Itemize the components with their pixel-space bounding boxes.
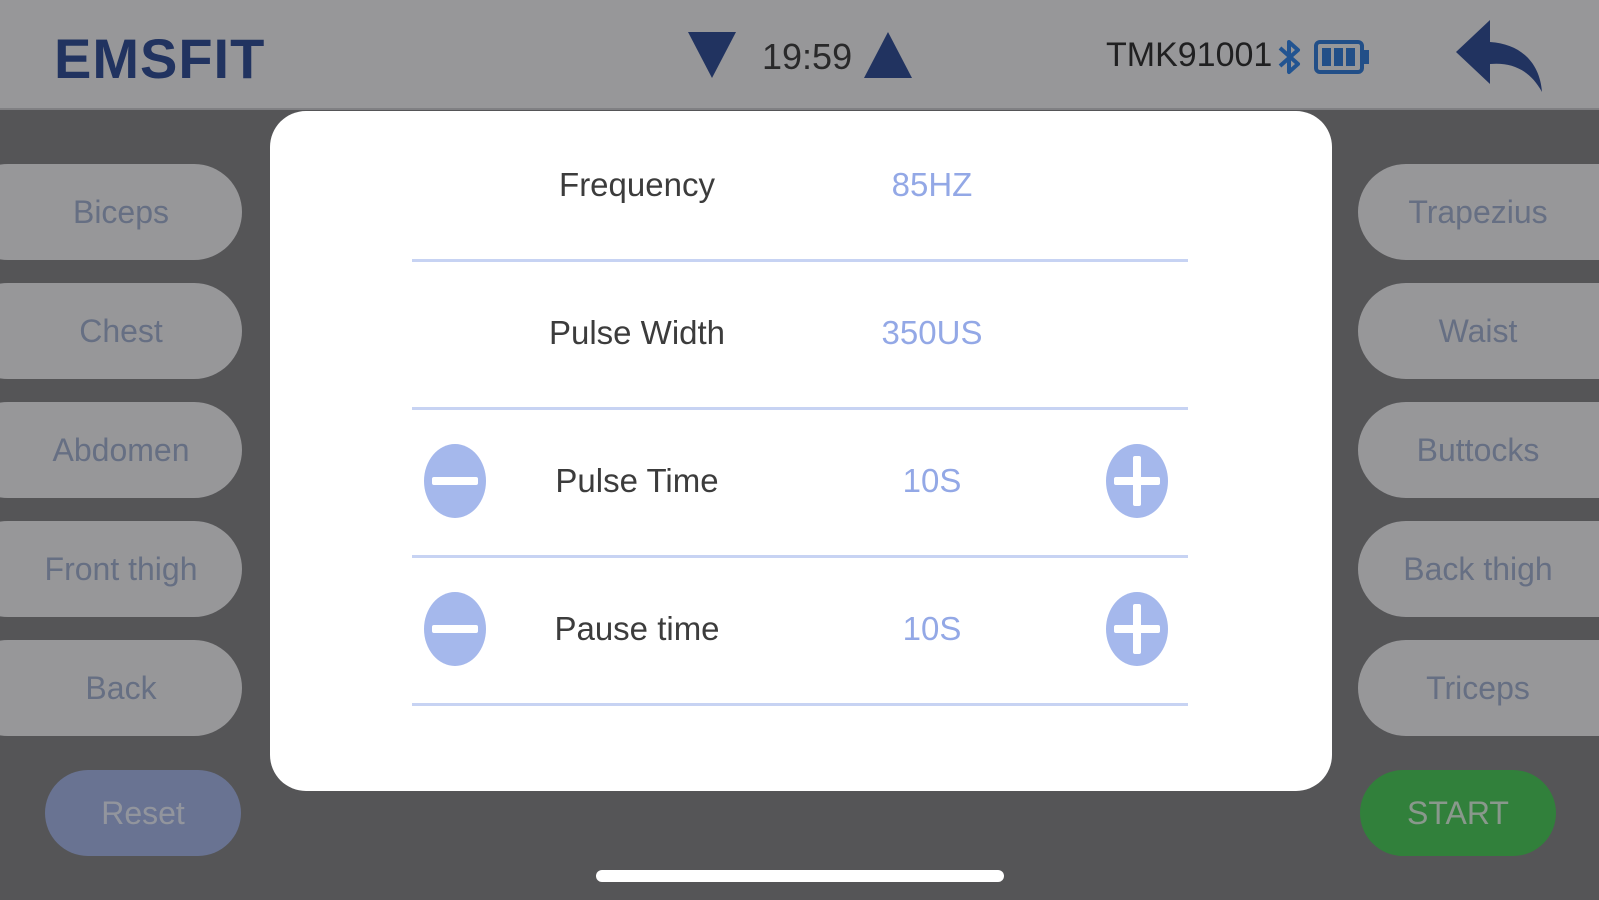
- pause-time-row: Pause time 10S: [412, 555, 1188, 706]
- frequency-row: Frequency 85HZ: [412, 111, 1188, 262]
- pulse-width-value: 350US: [881, 314, 983, 351]
- pulse-width-row: Pulse Width 350US: [412, 259, 1188, 410]
- pause-time-label: Pause time: [554, 610, 720, 647]
- pulse-time-value: 10S: [902, 462, 962, 499]
- parameter-settings-dialog: Frequency 85HZ Pulse Width 350US Pulse T…: [270, 111, 1332, 791]
- pulse-time-plus-icon[interactable]: [1106, 444, 1168, 518]
- pulse-width-label: Pulse Width: [548, 314, 726, 351]
- pause-time-plus-icon[interactable]: [1106, 592, 1168, 666]
- pulse-time-row: Pulse Time 10S: [412, 407, 1188, 558]
- pulse-time-minus-icon[interactable]: [424, 444, 486, 518]
- pause-time-minus-icon[interactable]: [424, 592, 486, 666]
- frequency-label: Frequency: [559, 166, 715, 203]
- pulse-time-label: Pulse Time: [555, 462, 719, 499]
- frequency-value: 85HZ: [891, 166, 973, 203]
- pause-time-value: 10S: [902, 610, 962, 647]
- home-indicator[interactable]: [596, 870, 1004, 882]
